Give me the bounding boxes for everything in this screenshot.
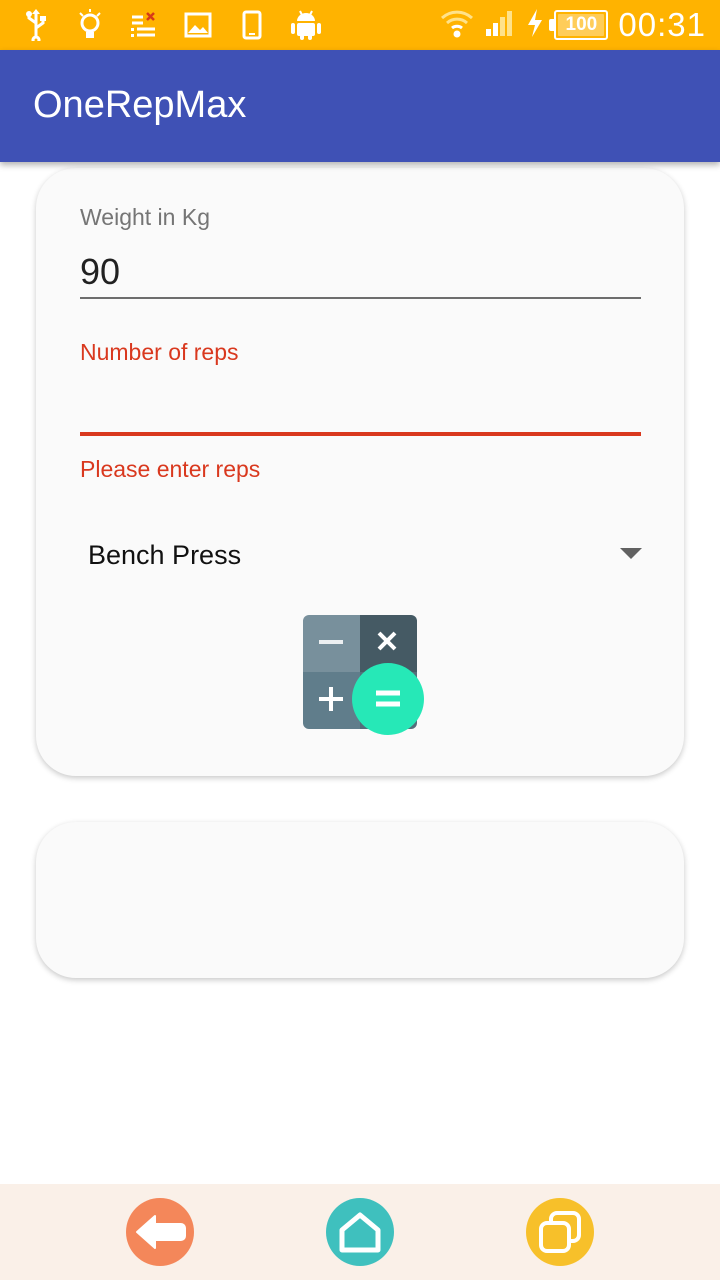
reps-error-message: Please enter reps: [80, 456, 261, 482]
back-icon: [136, 1215, 186, 1249]
weight-input[interactable]: [80, 248, 640, 296]
bulb-icon: [74, 8, 106, 42]
exercise-dropdown[interactable]: Bench Press: [80, 528, 642, 582]
navigation-bar: [0, 1184, 720, 1280]
app-title: OneRepMax: [33, 84, 247, 126]
calculate-button[interactable]: [303, 615, 427, 739]
reps-underline: [80, 432, 641, 436]
result-card: [36, 822, 684, 978]
notification-list-icon: [128, 8, 160, 42]
exercise-selected-value: Bench Press: [88, 540, 242, 570]
app-bar: OneRepMax: [0, 50, 720, 162]
battery-level: 100: [565, 14, 598, 35]
android-icon: [290, 8, 322, 42]
reps-input[interactable]: [80, 380, 640, 428]
dropdown-arrow-icon: [620, 548, 642, 559]
system-icons: 100 00:31: [440, 6, 706, 44]
status-bar: 100 00:31: [0, 0, 720, 50]
notification-icons: [20, 8, 322, 42]
clock: 00:31: [618, 6, 706, 43]
back-button[interactable]: [126, 1198, 194, 1266]
image-icon: [182, 8, 214, 42]
charging-icon: [526, 8, 544, 42]
weight-underline: [80, 297, 641, 299]
usb-icon: [20, 8, 52, 42]
signal-icon: [484, 9, 516, 42]
weight-label: Weight in Kg: [80, 204, 210, 230]
wifi-icon: [440, 8, 474, 43]
recent-apps-icon: [539, 1211, 581, 1253]
calculator-icon: [303, 615, 424, 735]
recent-apps-button[interactable]: [526, 1198, 594, 1266]
battery-icon: 100: [549, 10, 609, 40]
home-icon: [339, 1212, 381, 1253]
home-button[interactable]: [326, 1198, 394, 1266]
input-card: Weight in Kg Number of reps Please enter…: [36, 168, 684, 776]
phone-icon: [236, 8, 268, 42]
reps-label: Number of reps: [80, 339, 239, 365]
